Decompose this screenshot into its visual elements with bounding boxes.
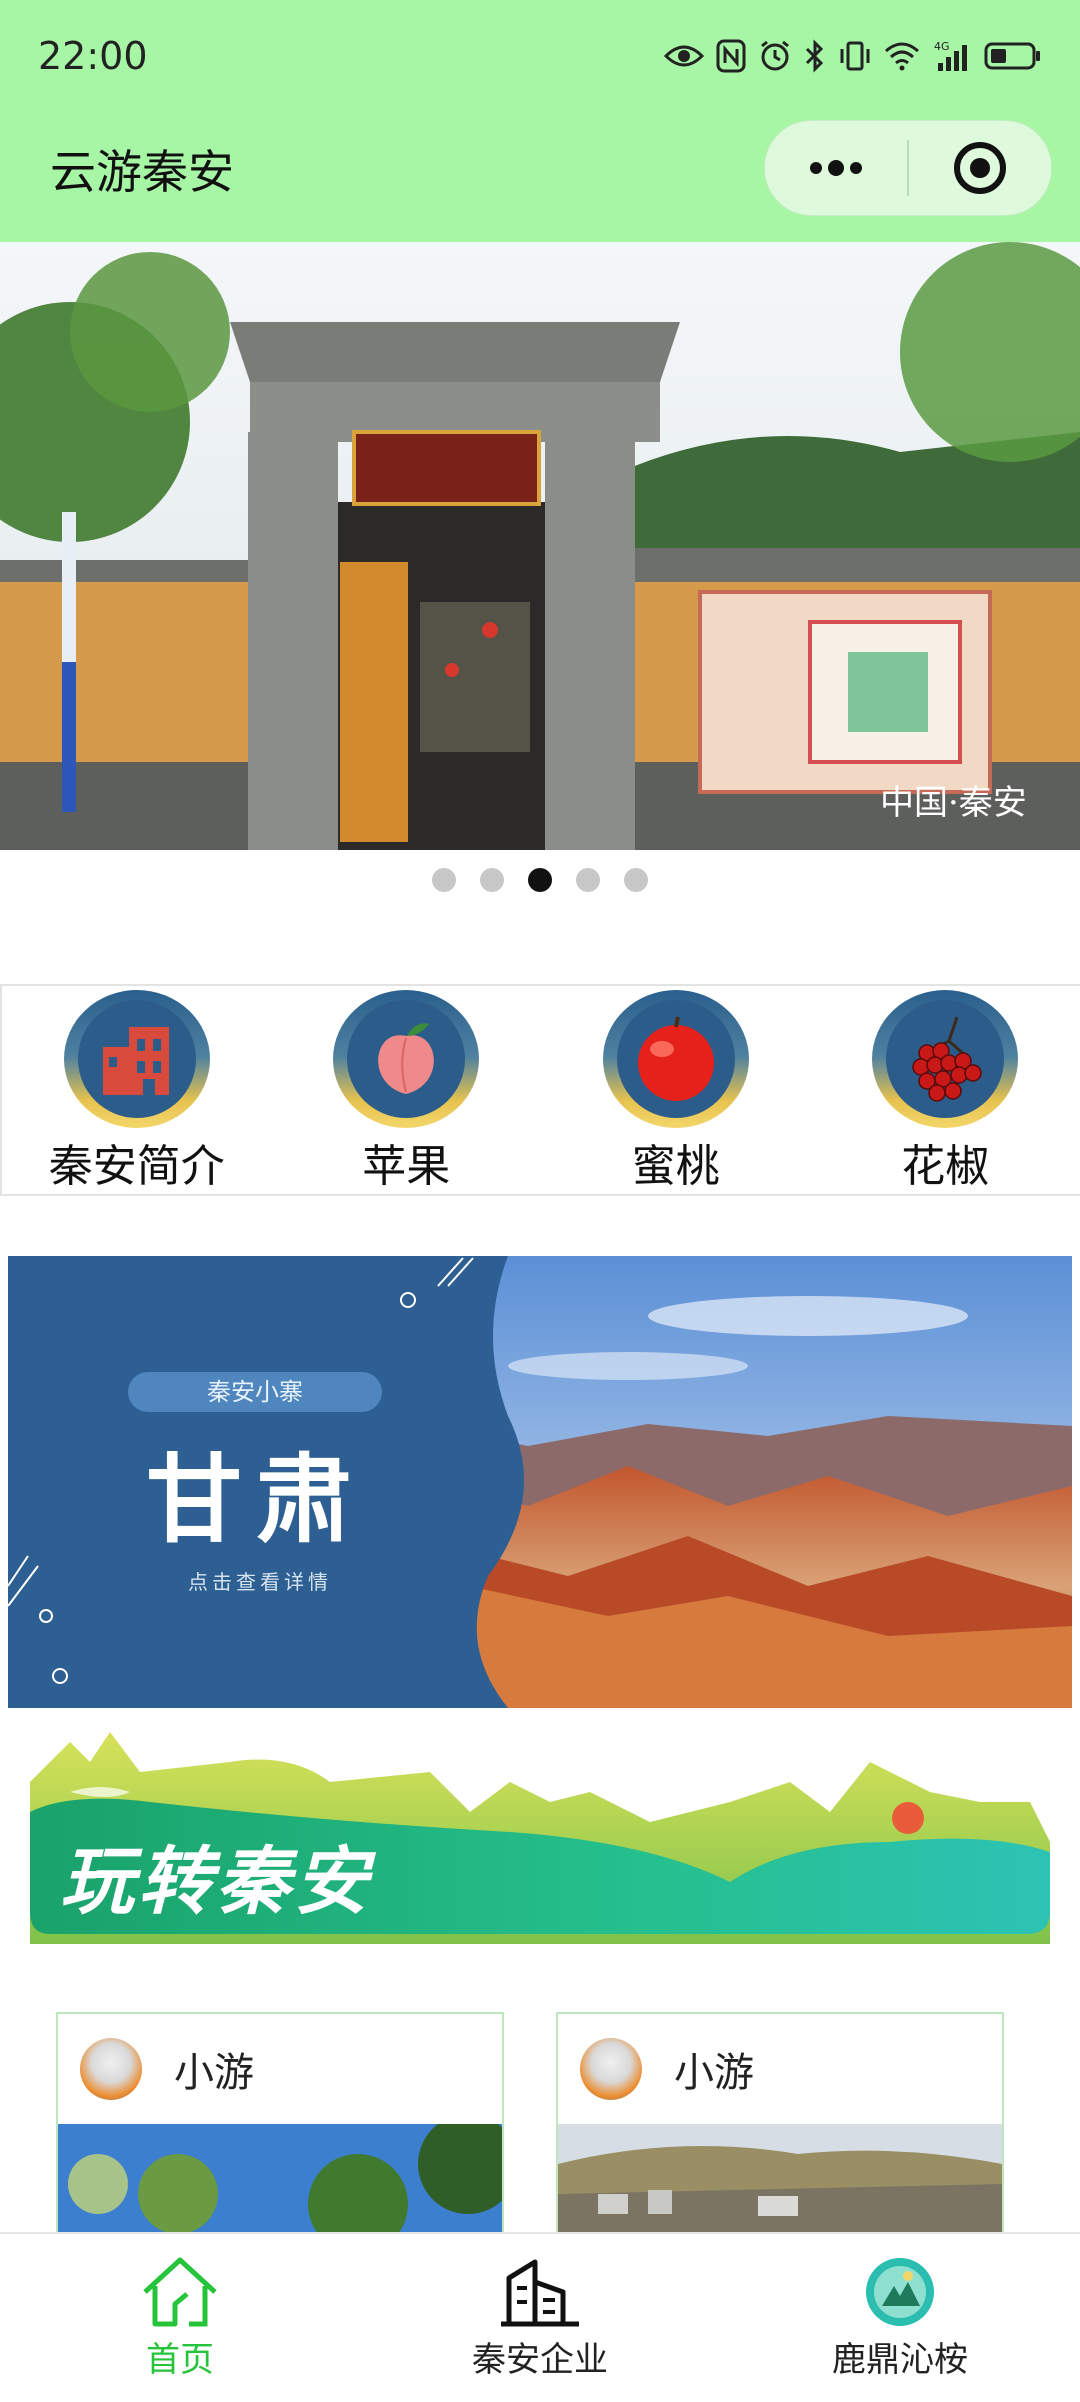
- peach-icon: [378, 1023, 435, 1094]
- tab-companies[interactable]: 秦安企业: [390, 2234, 690, 2402]
- promo-title: 甘肃: [146, 1444, 366, 1556]
- post-author: 小游: [674, 2050, 754, 2096]
- category-item-pepper[interactable]: 花椒: [825, 986, 1065, 1194]
- post-photo: [58, 2124, 502, 2234]
- avatar[interactable]: [580, 2038, 642, 2100]
- svg-text:4G: 4G: [934, 40, 950, 53]
- category-ring: [872, 990, 1019, 1128]
- close-miniprogram-button[interactable]: [909, 121, 1051, 215]
- tab-label: 首页: [146, 2340, 214, 2380]
- tab-label: 鹿鼎沁桉: [832, 2340, 968, 2380]
- tab-brand[interactable]: 鹿鼎沁桉: [750, 2234, 1050, 2402]
- category-label: 苹果: [362, 1141, 451, 1192]
- tab-label: 秦安企业: [472, 2340, 608, 2380]
- promo-subtitle: 点击查看详情: [188, 1570, 332, 1594]
- nfc-icon: [716, 39, 746, 73]
- play-banner-title: 玩转秦安: [60, 1839, 372, 1925]
- carousel-indicator: [0, 868, 1080, 892]
- vibrate-icon: [840, 41, 870, 71]
- logo-icon: [866, 2258, 934, 2326]
- category-label: 秦安简介: [48, 1141, 225, 1192]
- category-icon-bg: [347, 1000, 466, 1118]
- wifi-icon: [885, 42, 919, 71]
- carousel-dot-active[interactable]: [528, 868, 552, 892]
- post-card[interactable]: 小游: [56, 2012, 504, 2236]
- tab-bar: 首页 秦安企业 鹿鼎沁桉: [0, 2232, 1080, 2402]
- carousel-dot[interactable]: [432, 868, 456, 892]
- home-icon: [143, 2257, 217, 2327]
- target-icon: [954, 142, 1006, 194]
- promo-text-area: 秦安小寨 甘肃 点击查看详情: [8, 1256, 508, 1708]
- category-label: 蜜桃: [631, 1141, 720, 1192]
- post-card[interactable]: 小游: [556, 2012, 1004, 2236]
- pepper-icon: [912, 1016, 982, 1102]
- building-icon: [102, 1027, 169, 1095]
- carousel-dot[interactable]: [480, 868, 504, 892]
- svg-text:中国·秦安: 中国·秦安: [880, 783, 1027, 823]
- tab-home[interactable]: 首页: [30, 2234, 330, 2402]
- battery-icon: [984, 42, 1040, 70]
- carousel-dot[interactable]: [624, 868, 648, 892]
- miniprogram-capsule: [764, 120, 1052, 216]
- page-title: 云游秦安: [50, 145, 234, 199]
- category-ring: [333, 990, 480, 1128]
- building-outline-icon: [501, 2259, 579, 2327]
- signal-icon: 4G: [934, 40, 967, 71]
- eye-icon: [664, 45, 704, 67]
- play-banner[interactable]: 玩转秦安: [30, 1722, 1050, 1944]
- post-header: 小游: [58, 2014, 502, 2124]
- carousel-dot[interactable]: [576, 868, 600, 892]
- more-button[interactable]: [765, 121, 907, 215]
- post-author: 小游: [174, 2050, 254, 2096]
- category-icon-bg: [886, 1000, 1005, 1118]
- bluetooth-icon: [805, 39, 824, 73]
- promo-banner[interactable]: 秦安小寨 甘肃 点击查看详情: [8, 1256, 1072, 1708]
- category-item-intro[interactable]: 秦安简介: [17, 986, 257, 1194]
- top-bar: 22:00 4G 云游秦安: [0, 0, 1080, 242]
- hero-image: 中国·秦安: [0, 242, 1080, 850]
- category-item-peach[interactable]: 蜜桃: [556, 986, 796, 1194]
- apple-icon: [637, 1016, 714, 1101]
- hero-carousel[interactable]: 中国·秦安: [0, 242, 1080, 850]
- status-time: 22:00: [38, 34, 148, 78]
- alarm-icon: [761, 40, 789, 71]
- category-ring: [602, 990, 749, 1128]
- category-bar: 秦安简介 苹果 蜜桃 花椒: [0, 984, 1080, 1196]
- more-icon: [810, 160, 862, 176]
- post-header: 小游: [558, 2014, 1002, 2124]
- category-ring: [63, 990, 210, 1128]
- promo-tag: 秦安小寨: [128, 1372, 382, 1412]
- post-photo: [558, 2124, 1002, 2234]
- category-icon-bg: [77, 1000, 196, 1118]
- category-label: 花椒: [901, 1141, 990, 1192]
- avatar[interactable]: [80, 2038, 142, 2100]
- category-icon-bg: [616, 1000, 735, 1118]
- category-item-apple[interactable]: 苹果: [286, 986, 526, 1194]
- status-icons: 4G: [664, 34, 1042, 78]
